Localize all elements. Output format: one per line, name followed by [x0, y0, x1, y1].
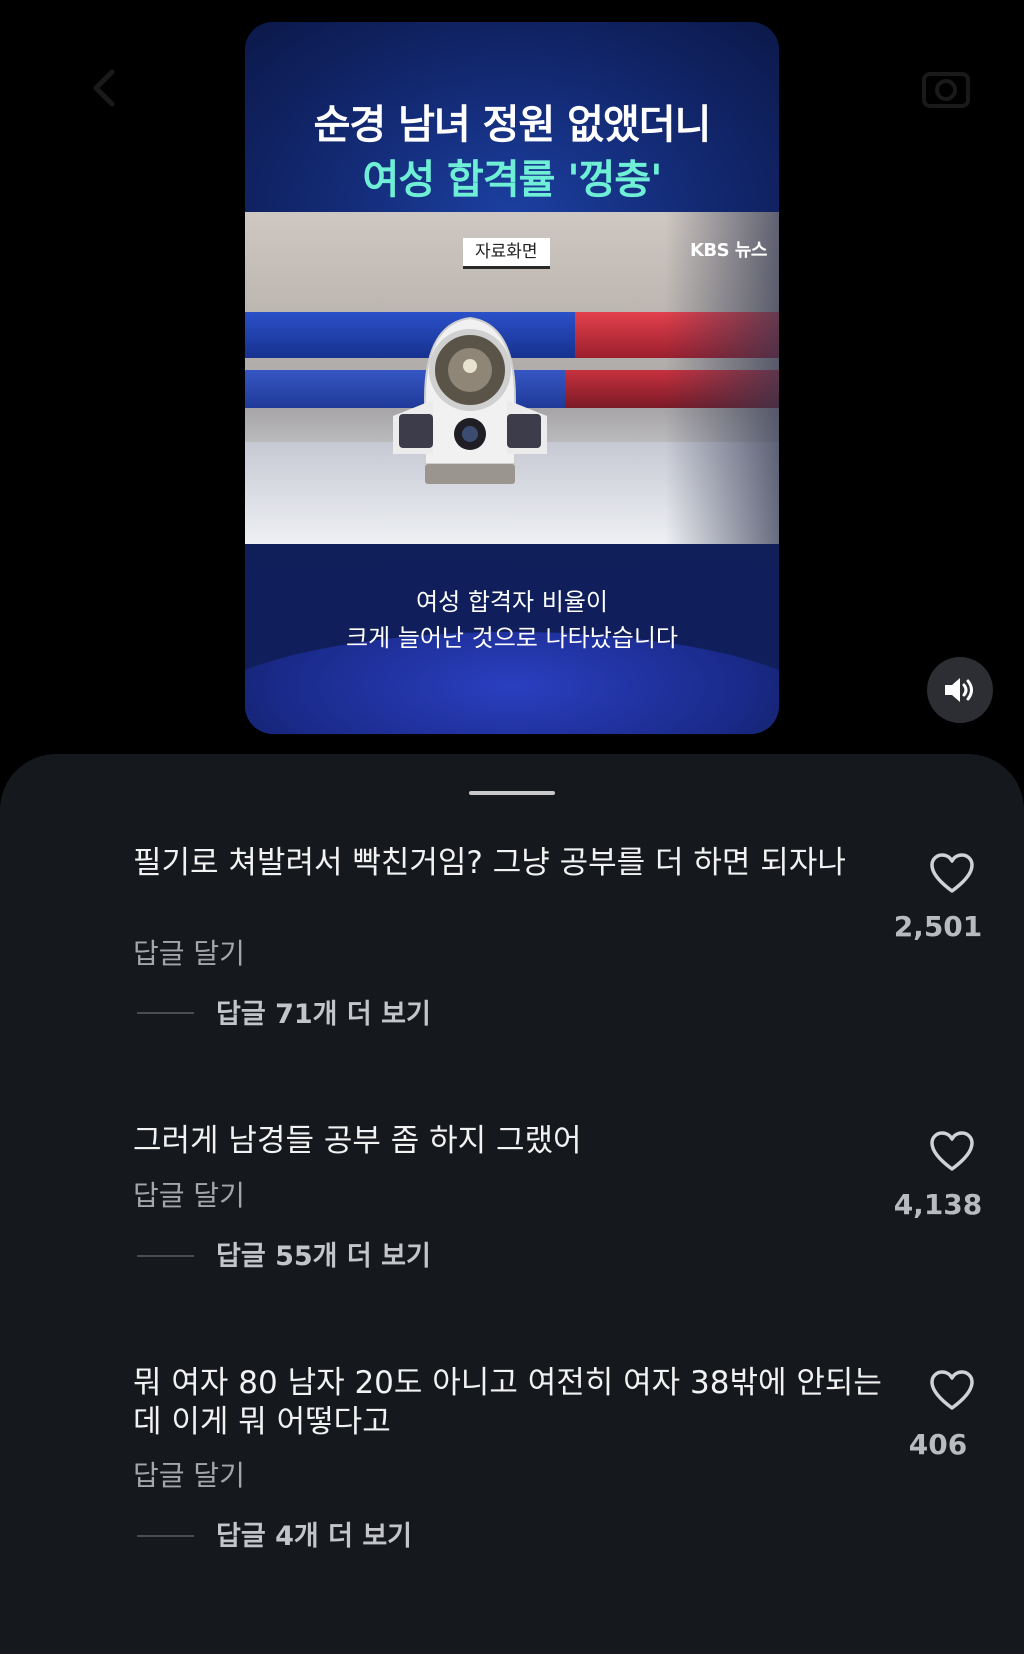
- view-more-replies-button[interactable]: 답글 55개 더 보기: [216, 1234, 431, 1273]
- reply-button[interactable]: 답글 달기: [133, 932, 245, 972]
- comment-text: 뭐 여자 80 남자 20도 아니고 여전히 여자 38밖에 안되는데 이게 뭐…: [133, 1365, 882, 1440]
- comments-sheet[interactable]: 필기로 쳐발려서 빡친거임? 그냥 공부를 더 하면 되자나 답글 달기 답글 …: [0, 754, 1024, 1654]
- replies-divider: [137, 1012, 194, 1014]
- comment-item: 그러게 남경들 공부 좀 하지 그랬어 답글 달기 답글 55개 더 보기 4,…: [0, 1122, 1024, 1322]
- view-more-replies-button[interactable]: 답글 71개 더 보기: [216, 992, 431, 1031]
- heart-icon[interactable]: [929, 1131, 975, 1173]
- speaker-on-icon: [945, 678, 973, 702]
- comment-text: 필기로 쳐발려서 빡친거임? 그냥 공부를 더 하면 되자나: [133, 845, 846, 881]
- comment-text: 그러게 남경들 공부 좀 하지 그랬어: [133, 1123, 582, 1159]
- police-camera-image: [393, 316, 547, 484]
- replies-divider: [137, 1255, 194, 1257]
- chevron-left-icon: [93, 69, 115, 107]
- like-count: 4,138: [893, 1188, 983, 1221]
- replies-divider: [137, 1535, 194, 1537]
- avatar[interactable]: [40, 1132, 110, 1202]
- view-more-replies-button[interactable]: 답글 4개 더 보기: [216, 1514, 412, 1553]
- camera-button[interactable]: [918, 60, 974, 116]
- broadcaster-logo: KBS 뉴스: [689, 240, 768, 261]
- like-count: 2,501: [893, 910, 983, 943]
- video-frame: 자료화면 KBS 뉴스: [245, 212, 779, 544]
- video-subtitle-line: 여성 합격자 비율이: [416, 588, 608, 616]
- video-player[interactable]: 순경 남녀 정원 없앴더니 여성 합격률 '껑충' 자료화면 KBS 뉴스 여성…: [245, 22, 779, 734]
- comment-item: 뭐 여자 80 남자 20도 아니고 여전히 여자 38밖에 안되는데 이게 뭐…: [0, 1364, 1024, 1594]
- heart-icon[interactable]: [929, 853, 975, 895]
- reply-button[interactable]: 답글 달기: [133, 1454, 245, 1494]
- video-headline: 순경 남녀 정원 없앴더니: [313, 102, 712, 148]
- comment-item: 필기로 쳐발려서 빡친거임? 그냥 공부를 더 하면 되자나 답글 달기 답글 …: [0, 844, 1024, 1074]
- avatar[interactable]: [40, 1374, 110, 1444]
- camera-icon: [922, 72, 970, 108]
- caption-tag: 자료화면: [463, 238, 550, 266]
- like-count: 406: [908, 1428, 968, 1461]
- avatar[interactable]: [40, 854, 110, 924]
- volume-button[interactable]: [927, 657, 993, 723]
- video-subtitle-line: 크게 늘어난 것으로 나타났습니다: [345, 624, 678, 652]
- reply-button[interactable]: 답글 달기: [133, 1174, 245, 1214]
- heart-icon[interactable]: [929, 1370, 975, 1412]
- video-headline-highlight: 여성 합격률 '껑충': [362, 157, 663, 203]
- sheet-drag-handle[interactable]: [469, 791, 555, 795]
- back-button[interactable]: [78, 60, 134, 116]
